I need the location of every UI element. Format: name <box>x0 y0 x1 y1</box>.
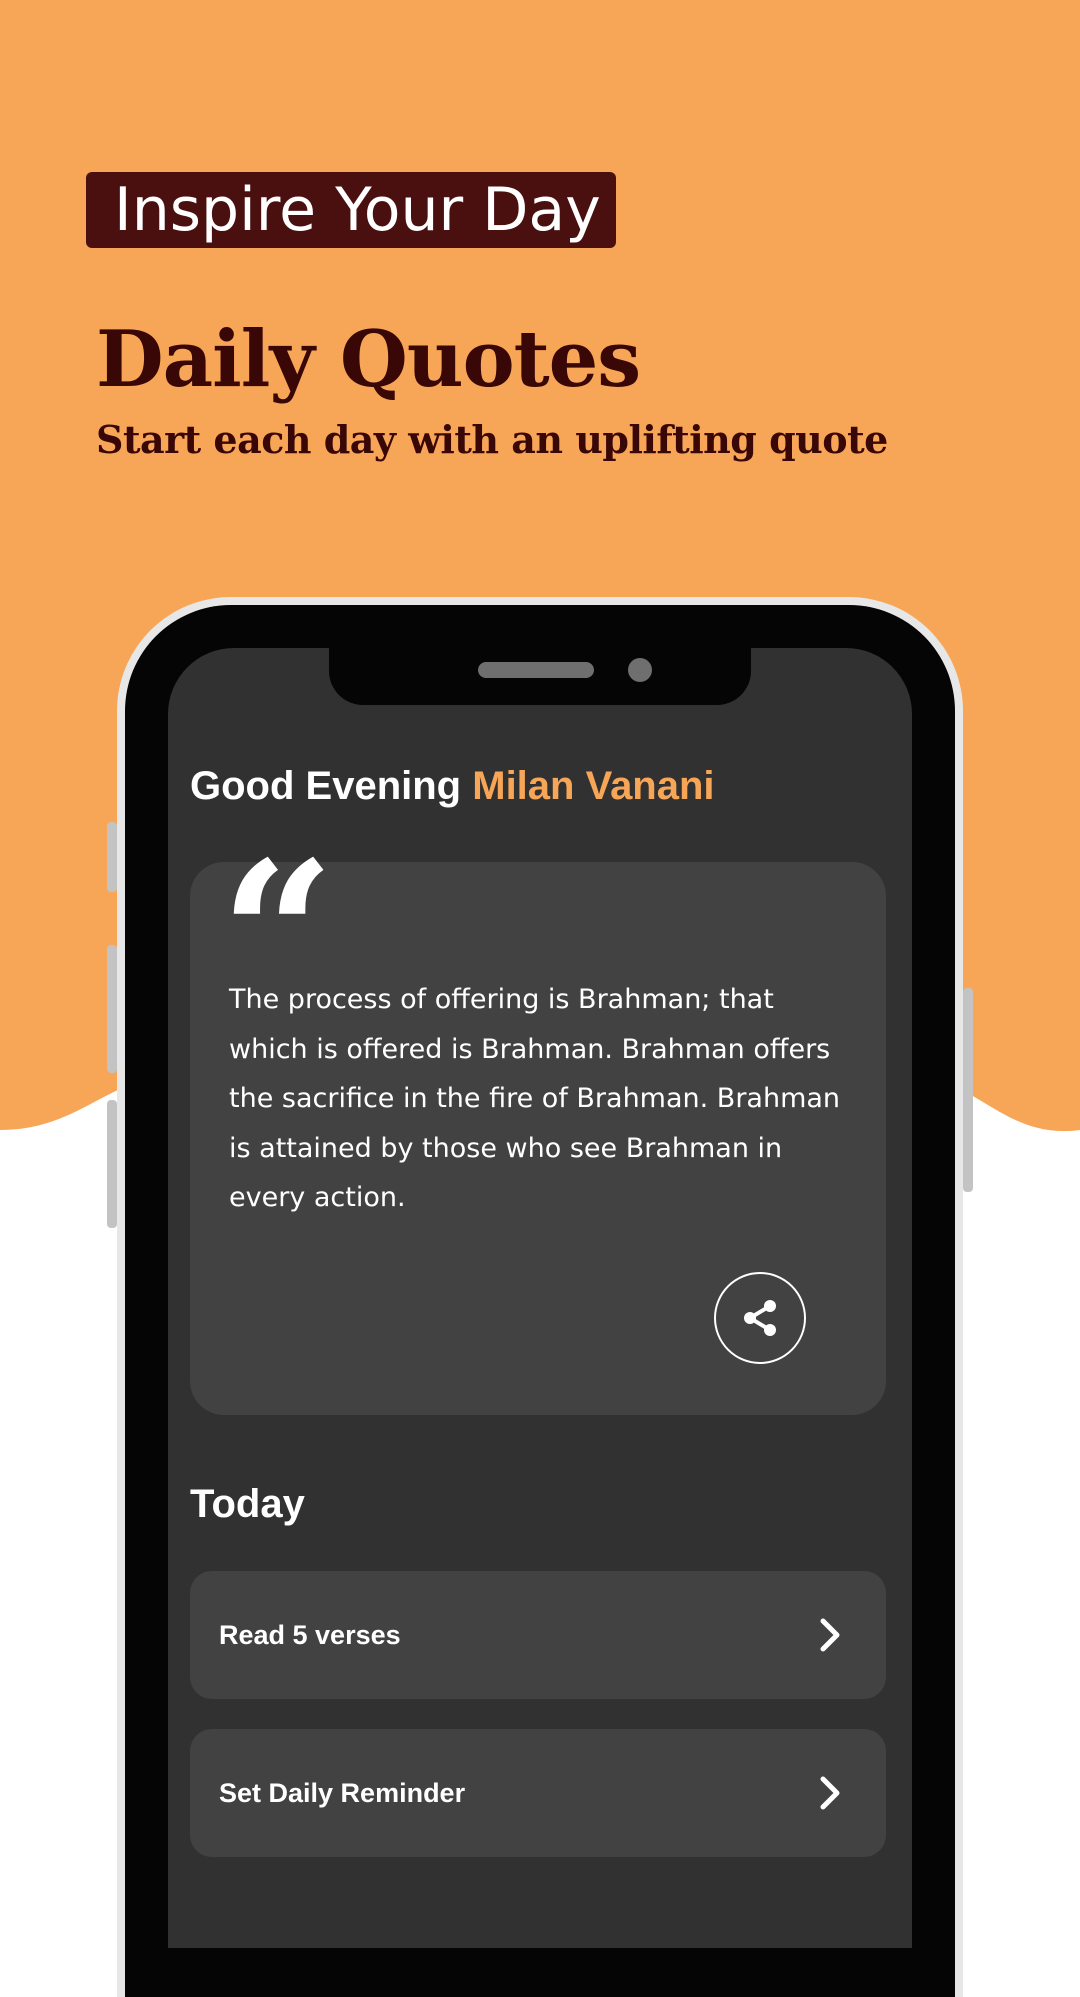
share-icon <box>744 1300 776 1336</box>
task-label: Set Daily Reminder <box>219 1778 466 1808</box>
chevron-right-icon <box>820 1618 840 1652</box>
greeting-prefix: Good Evening <box>190 764 462 808</box>
phone-power-button <box>963 988 973 1192</box>
promo-tag: Inspire Your Day <box>86 172 616 248</box>
user-name: Milan Vanani <box>472 764 715 808</box>
daily-reminder-item[interactable]: Set Daily Reminder <box>190 1729 886 1857</box>
promo-headline: Daily Quotes <box>96 314 641 405</box>
greeting: Good Evening Milan Vanani <box>190 760 715 812</box>
phone-camera <box>628 658 652 682</box>
phone-mute-switch <box>107 822 117 892</box>
chevron-right-icon <box>820 1776 840 1810</box>
today-section-title: Today <box>190 1482 305 1526</box>
share-button[interactable] <box>714 1272 806 1364</box>
read-verses-item[interactable]: Read 5 verses <box>190 1571 886 1699</box>
phone-volume-down-button <box>107 1100 117 1228</box>
quote-mark-icon: “ <box>220 836 335 946</box>
promo-subheadline: Start each day with an uplifting quote <box>96 417 888 462</box>
task-label: Read 5 verses <box>219 1620 401 1650</box>
phone-volume-up-button <box>107 945 117 1073</box>
phone-speaker <box>478 662 594 678</box>
quote-text: The process of offering is Brahman; that… <box>229 984 841 1213</box>
